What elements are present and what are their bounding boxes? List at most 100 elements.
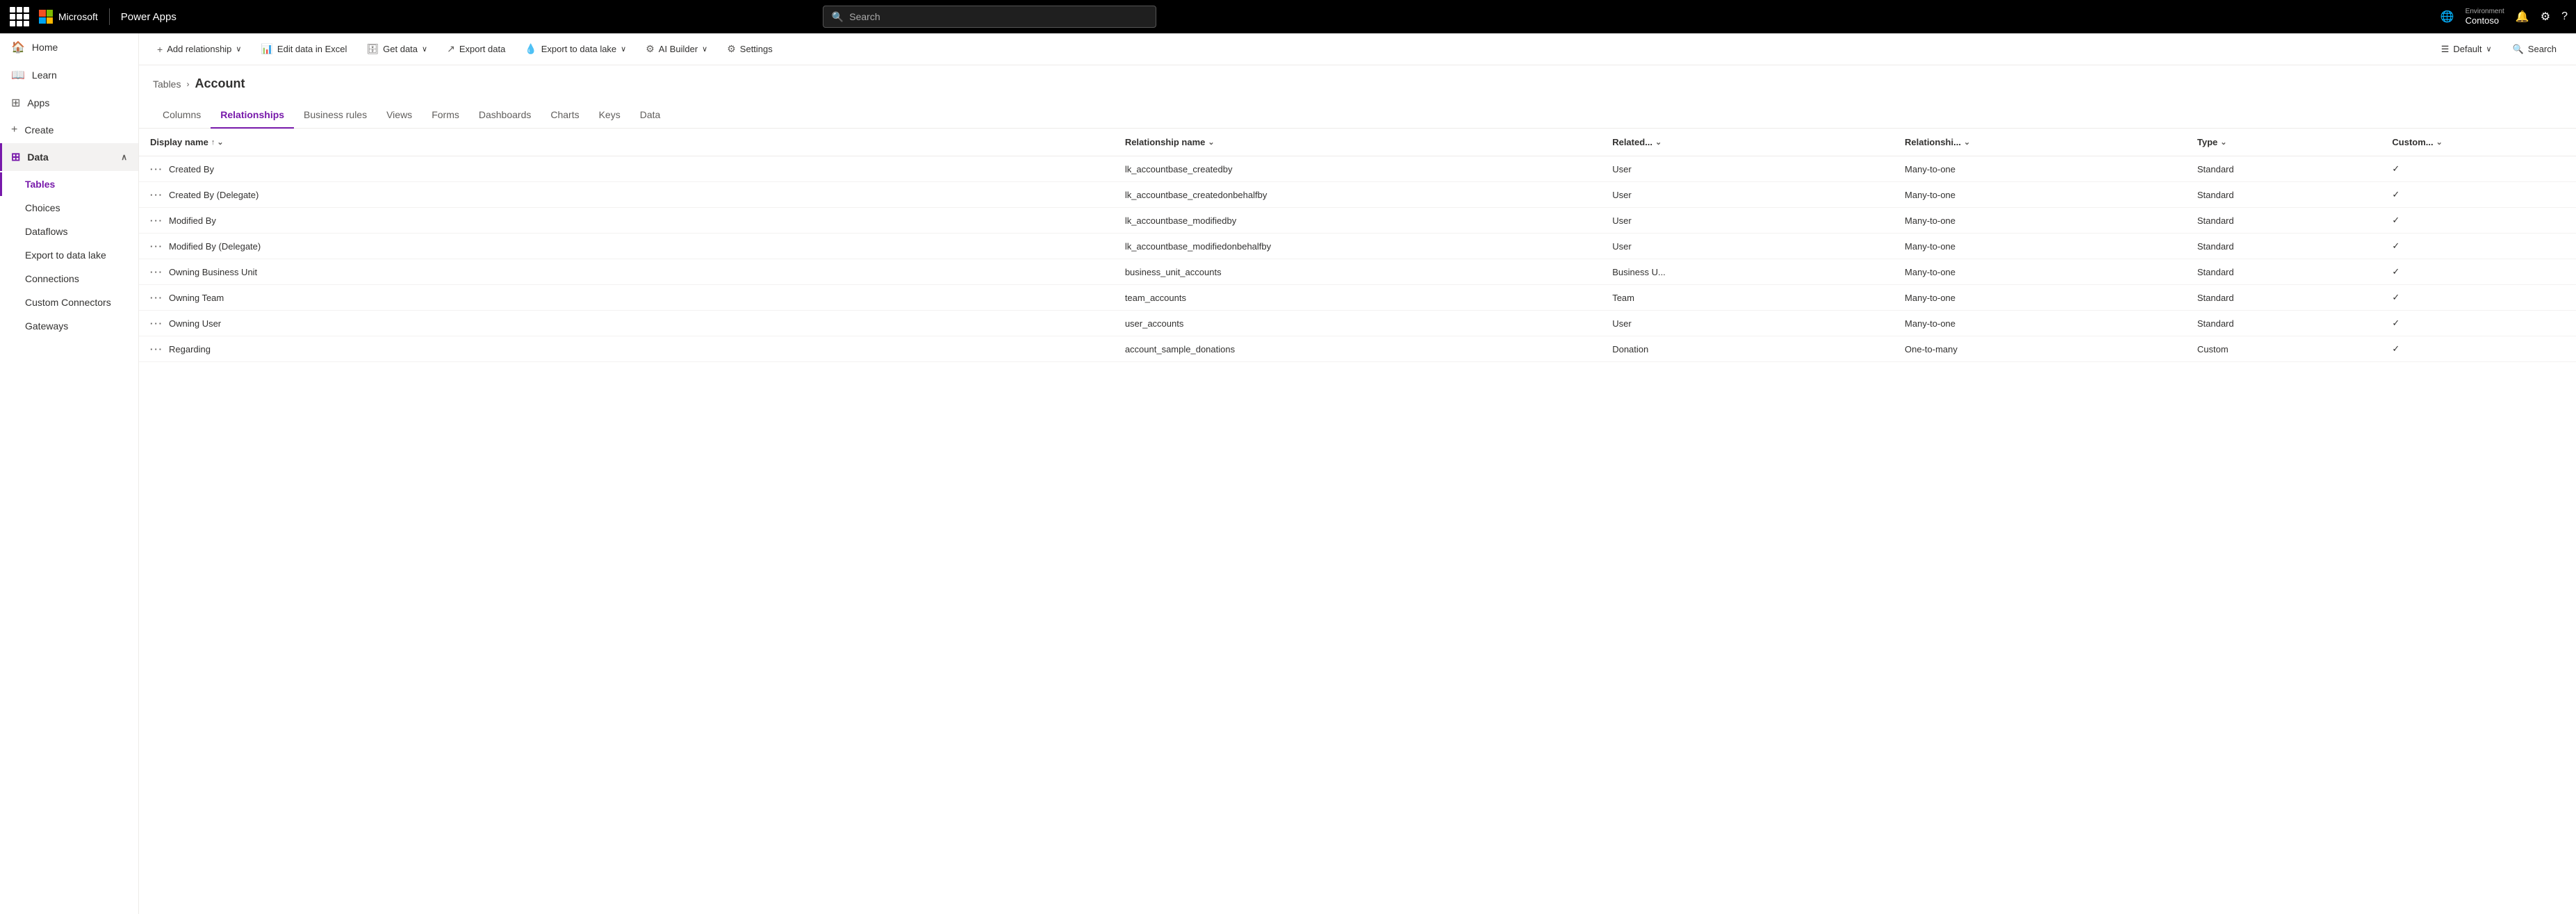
col-header-display[interactable]: Display name ↑ ⌄ <box>139 129 1114 156</box>
col-header-reltype[interactable]: Relationshi... ⌄ <box>1894 129 2186 156</box>
row-menu-0[interactable]: ··· <box>150 164 163 174</box>
cell-relname-6: user_accounts <box>1114 311 1601 336</box>
cell-custom-1: ✓ <box>2381 182 2576 208</box>
sidebar-item-learn[interactable]: 📖 Learn <box>0 61 138 89</box>
edit-excel-button[interactable]: 📊 Edit data in Excel <box>254 39 354 59</box>
globe-icon[interactable]: 🌐 <box>2440 10 2454 24</box>
sidebar-sub-export-lake[interactable]: Export to data lake <box>0 243 138 267</box>
search-box[interactable]: 🔍 <box>823 6 1156 28</box>
settings-button[interactable]: ⚙ Settings <box>720 39 780 59</box>
custom-sort-icon[interactable]: ⌄ <box>2436 138 2443 147</box>
getdata-chevron-icon: ∨ <box>422 44 427 54</box>
related-sort-icon[interactable]: ⌄ <box>1655 138 1662 147</box>
ai-builder-button[interactable]: ⚙ AI Builder ∨ <box>639 39 714 59</box>
cell-reltype-3: Many-to-one <box>1894 234 2186 259</box>
sidebar-item-data[interactable]: ⊞ Data ∧ <box>0 143 138 171</box>
help-icon[interactable]: ? <box>2561 10 2568 23</box>
waffle-menu[interactable] <box>8 6 31 28</box>
sidebar-sub-connections[interactable]: Connections <box>0 267 138 291</box>
sidebar-sub-custom-connectors[interactable]: Custom Connectors <box>0 291 138 314</box>
table-row: ··· Created By lk_accountbase_createdby … <box>139 156 2576 182</box>
sidebar-sub-tables[interactable]: Tables <box>0 172 138 196</box>
cell-custom-4: ✓ <box>2381 259 2576 285</box>
add-chevron-icon: ∨ <box>236 44 241 54</box>
col-header-custom[interactable]: Custom... ⌄ <box>2381 129 2576 156</box>
sidebar-sub-dataflows[interactable]: Dataflows <box>0 220 138 243</box>
tab-columns[interactable]: Columns <box>153 102 211 129</box>
tab-business-rules[interactable]: Business rules <box>294 102 377 129</box>
cell-custom-2: ✓ <box>2381 208 2576 234</box>
table-search-button[interactable]: 🔍 Search <box>2504 40 2565 59</box>
col-header-type[interactable]: Type ⌄ <box>2186 129 2381 156</box>
cell-related-4: Business U... <box>1601 259 1894 285</box>
search-input[interactable] <box>849 11 1147 22</box>
cell-relname-4: business_unit_accounts <box>1114 259 1601 285</box>
cell-display-1: ··· Created By (Delegate) <box>139 182 1114 208</box>
tab-charts[interactable]: Charts <box>541 102 589 129</box>
breadcrumb-current: Account <box>195 76 245 91</box>
row-menu-2[interactable]: ··· <box>150 215 163 226</box>
default-view-button[interactable]: ☰ Default ∨ <box>2434 40 2499 59</box>
tab-dashboards[interactable]: Dashboards <box>469 102 541 129</box>
breadcrumb-tables-link[interactable]: Tables <box>153 79 181 90</box>
default-label: Default <box>2453 44 2481 54</box>
type-sort-icon[interactable]: ⌄ <box>2220 138 2226 147</box>
get-data-button[interactable]: 🗄 Get data ∨ <box>359 39 434 59</box>
settings-icon[interactable]: ⚙ <box>2541 10 2550 24</box>
dataflows-label: Dataflows <box>25 226 67 237</box>
tab-keys[interactable]: Keys <box>589 102 630 129</box>
tab-forms[interactable]: Forms <box>422 102 469 129</box>
cell-reltype-5: Many-to-one <box>1894 285 2186 311</box>
cell-type-3: Standard <box>2186 234 2381 259</box>
cell-reltype-1: Many-to-one <box>1894 182 2186 208</box>
notification-icon[interactable]: 🔔 <box>2516 10 2529 24</box>
settings-label: Settings <box>740 44 773 54</box>
environment-display[interactable]: Environment Contoso <box>2466 8 2504 26</box>
tab-relationships[interactable]: Relationships <box>211 102 294 129</box>
custom-check-icon: ✓ <box>2392 163 2399 174</box>
reltype-sort-icon[interactable]: ⌄ <box>1964 138 1970 147</box>
choices-label: Choices <box>25 202 60 213</box>
lake-icon: 💧 <box>525 43 536 55</box>
sidebar-item-create[interactable]: + Create <box>0 117 138 143</box>
sidebar-sub-choices[interactable]: Choices <box>0 196 138 220</box>
tab-views[interactable]: Views <box>377 102 422 129</box>
row-menu-1[interactable]: ··· <box>150 190 163 200</box>
cell-related-3: User <box>1601 234 1894 259</box>
row-menu-6[interactable]: ··· <box>150 318 163 329</box>
get-data-label: Get data <box>383 44 418 54</box>
sidebar-item-apps[interactable]: ⊞ Apps <box>0 89 138 117</box>
cell-relname-0: lk_accountbase_createdby <box>1114 156 1601 182</box>
row-menu-4[interactable]: ··· <box>150 267 163 277</box>
col-header-related[interactable]: Related... ⌄ <box>1601 129 1894 156</box>
row-menu-5[interactable]: ··· <box>150 293 163 303</box>
custom-check-icon: ✓ <box>2392 215 2399 225</box>
display-sort-icon[interactable]: ↑ ⌄ <box>211 138 224 147</box>
sidebar-sub-gateways[interactable]: Gateways <box>0 314 138 338</box>
app-name: Power Apps <box>121 11 177 23</box>
cell-relname-3: lk_accountbase_modifiedonbehalfby <box>1114 234 1601 259</box>
brand-divider <box>109 8 110 25</box>
add-icon: + <box>157 44 163 55</box>
add-relationship-button[interactable]: + Add relationship ∨ <box>150 40 248 59</box>
cell-type-1: Standard <box>2186 182 2381 208</box>
table-search-icon: 🔍 <box>2513 44 2524 55</box>
custom-check-icon: ✓ <box>2392 343 2399 354</box>
search-icon: 🔍 <box>832 11 844 23</box>
col-header-relname[interactable]: Relationship name ⌄ <box>1114 129 1601 156</box>
cell-related-0: User <box>1601 156 1894 182</box>
relname-sort-icon[interactable]: ⌄ <box>1208 138 1214 147</box>
export-lake-button[interactable]: 💧 Export to data lake ∨ <box>518 39 633 59</box>
custom-check-icon: ✓ <box>2392 266 2399 277</box>
row-menu-3[interactable]: ··· <box>150 241 163 252</box>
cell-display-7: ··· Regarding <box>139 336 1114 362</box>
sidebar-item-home[interactable]: 🏠 Home <box>0 33 138 61</box>
cell-related-5: Team <box>1601 285 1894 311</box>
export-icon: ↗ <box>447 43 455 55</box>
export-data-button[interactable]: ↗ Export data <box>440 39 512 59</box>
tabs-container: Columns Relationships Business rules Vie… <box>139 97 2576 129</box>
cell-display-6: ··· Owning User <box>139 311 1114 336</box>
tab-data[interactable]: Data <box>630 102 671 129</box>
table-search-label: Search <box>2528 44 2557 54</box>
row-menu-7[interactable]: ··· <box>150 344 163 354</box>
